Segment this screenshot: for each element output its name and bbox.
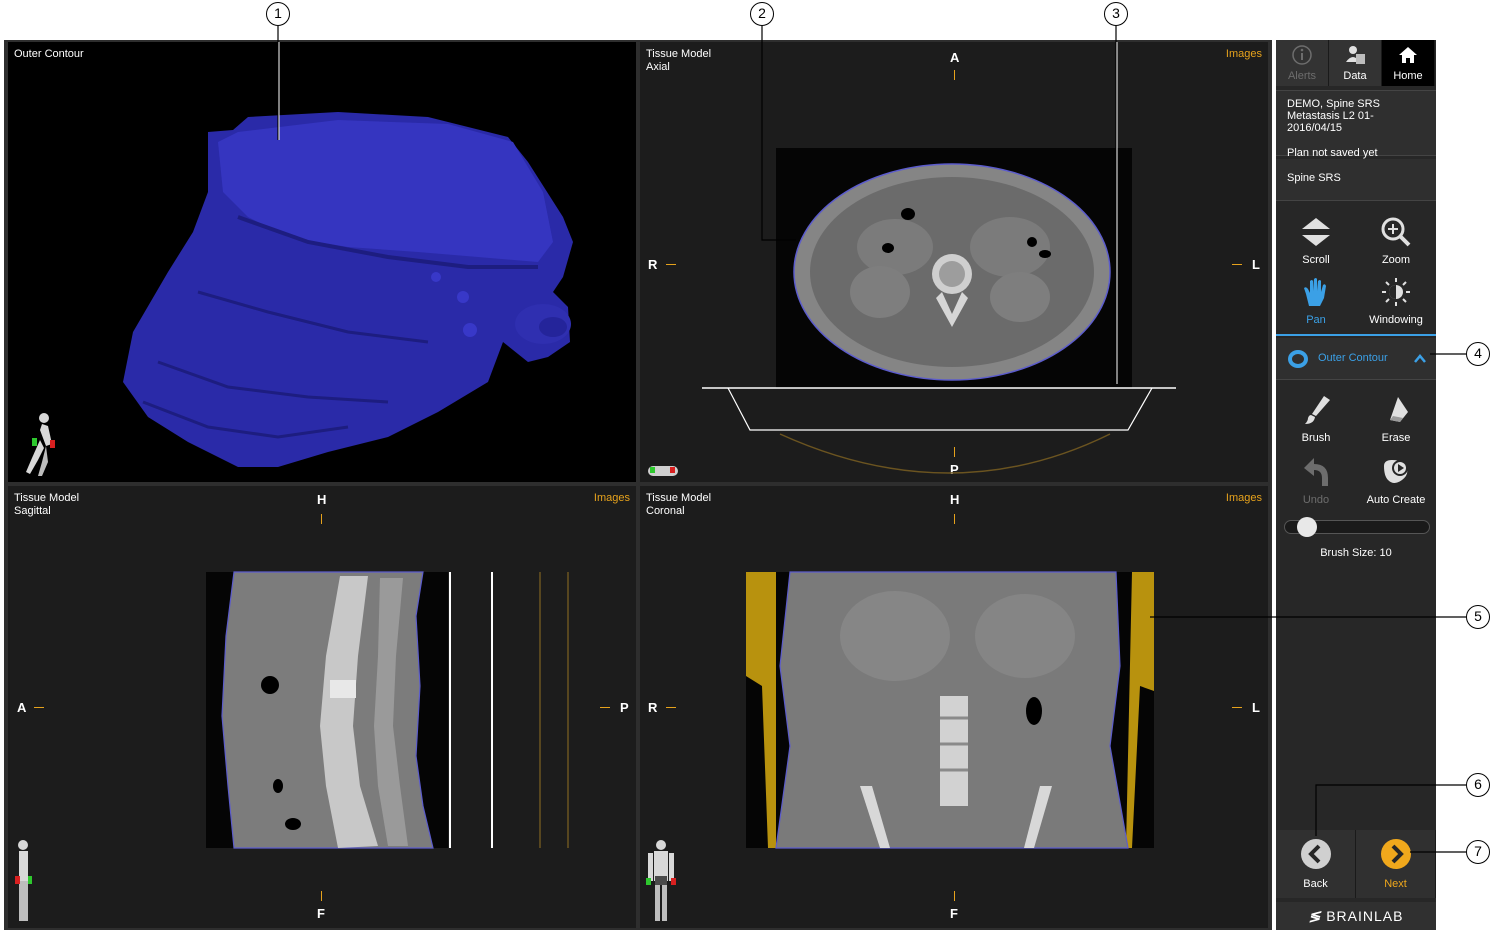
brush-size-label: Brush Size: 10: [1320, 547, 1392, 559]
section-divider: [1276, 334, 1436, 336]
tab-label: Data: [1343, 70, 1367, 82]
next-button[interactable]: Next: [1356, 830, 1436, 898]
undo-button[interactable]: Undo: [1276, 450, 1356, 510]
brush-tool-button[interactable]: Brush: [1276, 388, 1356, 448]
save-status: Plan not saved yet: [1287, 147, 1378, 159]
pan-tool-button[interactable]: Pan: [1276, 270, 1356, 330]
home-icon: [1399, 47, 1417, 63]
tool-label: Erase: [1381, 432, 1411, 444]
zoom-icon: [1381, 217, 1411, 247]
tool-label: Zoom: [1381, 254, 1411, 266]
tab-alerts[interactable]: Alerts: [1276, 40, 1329, 86]
tool-label: Undo: [1302, 494, 1330, 506]
back-label: Back: [1303, 878, 1328, 890]
patient-info: DEMO, Spine SRS Metastasis L2 01-2016/04…: [1276, 90, 1436, 159]
info-icon: [1292, 45, 1312, 65]
tab-label: Home: [1393, 70, 1423, 82]
chevron-right-icon: [1381, 839, 1411, 869]
back-button[interactable]: Back: [1276, 830, 1356, 898]
outer-contour-selector[interactable]: Outer Contour: [1276, 338, 1436, 380]
edit-tool-grid: Brush Erase Undo Auto Create: [1276, 388, 1436, 508]
viewer-area: Outer Contour Tissue Model Axial Images …: [4, 40, 1272, 930]
callout-2: 2: [750, 2, 774, 26]
windowing-icon: [1382, 278, 1410, 306]
axial-ct-slice: [702, 148, 1176, 474]
callout-5: 5: [1466, 605, 1490, 629]
windowing-tool-button[interactable]: Windowing: [1356, 270, 1436, 330]
eraser-icon: [1390, 397, 1408, 422]
patient-orientation-figure: [15, 840, 32, 921]
chevron-up-icon[interactable]: [1414, 354, 1426, 364]
patient-name: DEMO, Spine SRS: [1287, 98, 1380, 110]
contour-icon: [1288, 350, 1308, 368]
zoom-tool-button[interactable]: Zoom: [1356, 210, 1436, 270]
patient-orientation-figure: [648, 466, 678, 476]
chevron-left-icon: [1301, 839, 1331, 869]
callout-4: 4: [1466, 342, 1490, 366]
top-tabbar: Alerts Data Home: [1276, 40, 1436, 86]
brand-bar: ≶ BRAINLAB: [1276, 902, 1436, 930]
brush-icon: [1305, 396, 1330, 424]
tool-label: Brush: [1301, 432, 1331, 444]
brainlab-logo-icon: ≶: [1308, 908, 1322, 924]
patient-orientation-figure: [26, 413, 55, 476]
tab-label: Alerts: [1287, 70, 1317, 82]
next-label: Next: [1384, 878, 1407, 890]
callout-7: 7: [1466, 840, 1490, 864]
sidebar: Alerts Data Home DEMO, Spine SRS Metasta…: [1276, 40, 1436, 930]
erase-tool-button[interactable]: Erase: [1356, 388, 1436, 448]
auto-create-icon: [1384, 460, 1408, 483]
view-axial[interactable]: Tissue Model Axial Images A P R L: [640, 42, 1268, 482]
callout-6: 6: [1466, 773, 1490, 797]
contour-label: Outer Contour: [1318, 352, 1388, 364]
callout-1: 1: [266, 2, 290, 26]
brand-name: BRAINLAB: [1326, 908, 1404, 924]
scroll-icon: [1302, 218, 1330, 246]
tool-label: Scroll: [1302, 254, 1330, 266]
view-coronal[interactable]: Tissue Model Coronal Images H F R L: [640, 486, 1268, 928]
tool-label: Auto Create: [1366, 494, 1426, 506]
outer-contour-3d-model: [123, 112, 573, 467]
patient-orientation-figure: [646, 840, 676, 921]
data-icon: [1346, 46, 1365, 64]
slider-knob[interactable]: [1297, 517, 1317, 537]
callout-3: 3: [1104, 2, 1128, 26]
view-3d-outer-contour[interactable]: Outer Contour: [8, 42, 636, 482]
sagittal-ct-slice: [206, 571, 569, 849]
scroll-tool-button[interactable]: Scroll: [1276, 210, 1356, 270]
brush-size-slider[interactable]: [1284, 517, 1430, 537]
workflow-name[interactable]: Spine SRS: [1276, 159, 1436, 201]
tab-data[interactable]: Data: [1329, 40, 1382, 86]
navigation-row: Back Next: [1276, 830, 1436, 898]
auto-create-button[interactable]: Auto Create: [1356, 450, 1436, 510]
plan-name: Metastasis L2 01-2016/04/15: [1287, 110, 1374, 134]
undo-icon: [1304, 458, 1328, 486]
tool-label: Pan: [1306, 314, 1326, 326]
screenshot-root: Outer Contour Tissue Model Axial Images …: [0, 0, 1492, 932]
pan-hand-icon: [1304, 278, 1326, 306]
tab-home[interactable]: Home: [1382, 40, 1435, 86]
coronal-ct-slice: [746, 571, 1154, 849]
view-sagittal[interactable]: Tissue Model Sagittal Images H F A P: [8, 486, 636, 928]
tool-label: Windowing: [1369, 314, 1423, 326]
view-tool-grid: Scroll Zoom Pan Windowing: [1276, 210, 1436, 330]
